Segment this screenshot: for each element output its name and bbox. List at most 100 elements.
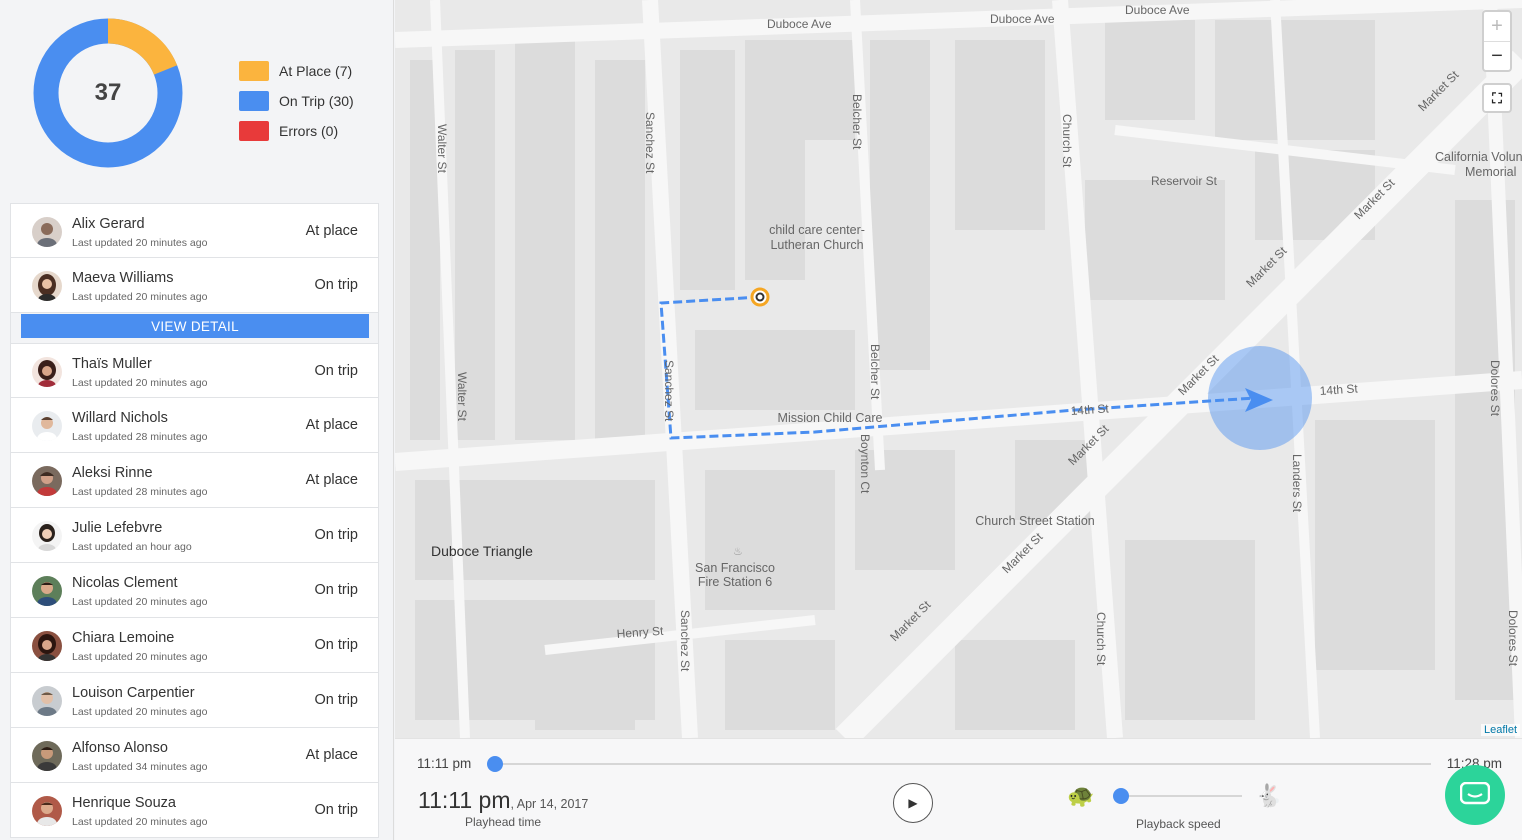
user-row[interactable]: Maeva Williams Last updated 20 minutes a… [10, 258, 379, 313]
user-last-updated: Last updated 34 minutes ago [72, 761, 208, 773]
user-row[interactable]: Willard Nichols Last updated 28 minutes … [10, 398, 379, 453]
poi-label: Lutheran Church [770, 238, 863, 252]
chat-launcher-button[interactable] [1445, 765, 1505, 825]
user-name: Thaïs Muller [72, 356, 152, 372]
street-label: Landers St [1290, 454, 1304, 513]
user-last-updated: Last updated an hour ago [72, 541, 192, 553]
status-legend: At Place (7) On Trip (30) Errors (0) [239, 61, 354, 151]
playback-speed-track[interactable] [1120, 795, 1242, 797]
fullscreen-icon[interactable]: ⛶ [1482, 83, 1512, 113]
playback-timeline-handle[interactable] [487, 756, 503, 772]
poi-label: child care center- [769, 223, 865, 237]
poi-label: Church Street Station [975, 514, 1095, 528]
user-last-updated: Last updated 20 minutes ago [72, 291, 208, 303]
legend-label: Errors (0) [279, 123, 339, 139]
user-row[interactable]: Julie Lefebvre Last updated an hour ago … [10, 508, 379, 563]
user-last-updated: Last updated 20 minutes ago [72, 816, 208, 828]
user-row[interactable]: Henrique Souza Last updated 20 minutes a… [10, 783, 379, 838]
street-label: 14th St [1319, 381, 1359, 398]
rabbit-icon: 🐇 [1255, 783, 1283, 808]
poi-label: San Francisco [695, 561, 775, 575]
map-view[interactable]: Duboce Ave Duboce Ave Duboce Ave Walter … [395, 0, 1522, 738]
user-last-updated: Last updated 28 minutes ago [72, 431, 208, 443]
playhead-time: 11:11 pm [418, 787, 511, 813]
legend-swatch-on-trip [239, 91, 269, 111]
user-row[interactable]: Alix Gerard Last updated 20 minutes ago … [10, 203, 379, 258]
user-status: On trip [314, 802, 358, 818]
user-row[interactable]: Nicolas Clement Last updated 20 minutes … [10, 563, 379, 618]
user-name: Henrique Souza [72, 795, 176, 811]
zoom-out-button[interactable]: − [1484, 41, 1510, 70]
avatar [32, 521, 62, 551]
poi-label: Memorial [1465, 165, 1516, 179]
legend-label: At Place (7) [279, 63, 353, 79]
user-last-updated: Last updated 28 minutes ago [72, 486, 208, 498]
user-name: Julie Lefebvre [72, 520, 163, 536]
view-detail-container: VIEW DETAIL [10, 313, 379, 343]
playback-start-time: 11:11 pm [417, 756, 472, 771]
view-detail-button[interactable]: VIEW DETAIL [21, 314, 369, 338]
user-status: On trip [314, 637, 358, 653]
user-last-updated: Last updated 20 minutes ago [72, 706, 208, 718]
street-label: Belcher St [868, 344, 882, 400]
map-tiles: Duboce Ave Duboce Ave Duboce Ave Walter … [395, 0, 1522, 738]
playback-speed-handle[interactable] [1113, 788, 1129, 804]
user-status: On trip [314, 527, 358, 543]
street-label: Church St [1060, 114, 1074, 168]
play-icon: ▶ [908, 796, 918, 810]
poi-label: Mission Child Care [778, 411, 883, 425]
playback-bar: 11:11 pm 11:28 pm 11:11 pm, Apr 14, 2017… [395, 738, 1522, 840]
playhead-date: , Apr 14, 2017 [510, 797, 589, 811]
user-name: Chiara Lemoine [72, 630, 175, 646]
street-label: Church St [1094, 612, 1108, 666]
avatar [32, 576, 62, 606]
street-label: Dolores St [1488, 360, 1502, 417]
avatar [32, 357, 62, 387]
user-name: Louison Carpentier [72, 685, 195, 701]
user-last-updated: Last updated 20 minutes ago [72, 651, 208, 663]
playhead-time-label: Playhead time [465, 815, 542, 829]
user-last-updated: Last updated 20 minutes ago [72, 596, 208, 608]
map-attribution-link[interactable]: Leaflet [1480, 724, 1520, 736]
user-status: At place [305, 223, 358, 239]
avatar [32, 686, 62, 716]
playback-timeline-track[interactable] [495, 763, 1431, 765]
sidebar: 37 At Place (7) On Trip (30) Errors (0) … [0, 0, 394, 840]
zoom-in-button[interactable]: + [1484, 12, 1510, 41]
user-row[interactable]: Thaïs Muller Last updated 20 minutes ago… [10, 343, 379, 398]
user-status: On trip [314, 277, 358, 293]
legend-at-place: At Place (7) [239, 61, 354, 81]
user-name: Alfonso Alonso [72, 740, 168, 756]
street-label: 14th St [1070, 401, 1110, 418]
user-name: Alix Gerard [72, 216, 145, 232]
legend-on-trip: On Trip (30) [239, 91, 354, 111]
legend-label: On Trip (30) [279, 93, 354, 109]
user-last-updated: Last updated 20 minutes ago [72, 237, 208, 249]
user-row[interactable]: Louison Carpentier Last updated 20 minut… [10, 673, 379, 728]
user-last-updated: Last updated 20 minutes ago [72, 377, 208, 389]
legend-errors: Errors (0) [239, 121, 354, 141]
user-status: On trip [314, 363, 358, 379]
play-button[interactable]: ▶ [893, 783, 933, 823]
zoom-control: + − [1482, 10, 1512, 72]
street-label: Walter St [435, 124, 449, 174]
playhead-time-display: 11:11 pm, Apr 14, 2017 [418, 787, 588, 814]
street-label: Duboce Ave [767, 17, 832, 31]
street-label: Dolores St [1506, 610, 1520, 667]
street-label: Sanchez St [678, 610, 692, 672]
user-row[interactable]: Aleksi Rinne Last updated 28 minutes ago… [10, 453, 379, 508]
avatar [32, 411, 62, 441]
trip-origin-marker[interactable] [750, 287, 770, 307]
neighborhood-label: Duboce Triangle [431, 543, 533, 559]
street-label: Duboce Ave [990, 12, 1055, 26]
user-row[interactable]: Alfonso Alonso Last updated 34 minutes a… [10, 728, 379, 783]
status-summary: 37 At Place (7) On Trip (30) Errors (0) [0, 0, 393, 190]
user-status: At place [305, 747, 358, 763]
turtle-icon: 🐢 [1067, 783, 1095, 808]
user-status: On trip [314, 582, 358, 598]
street-label: Market St [887, 597, 934, 644]
street-label: Market St [1415, 67, 1462, 114]
street-label: Sanchez St [643, 112, 657, 174]
user-row[interactable]: Chiara Lemoine Last updated 20 minutes a… [10, 618, 379, 673]
avatar [32, 796, 62, 826]
